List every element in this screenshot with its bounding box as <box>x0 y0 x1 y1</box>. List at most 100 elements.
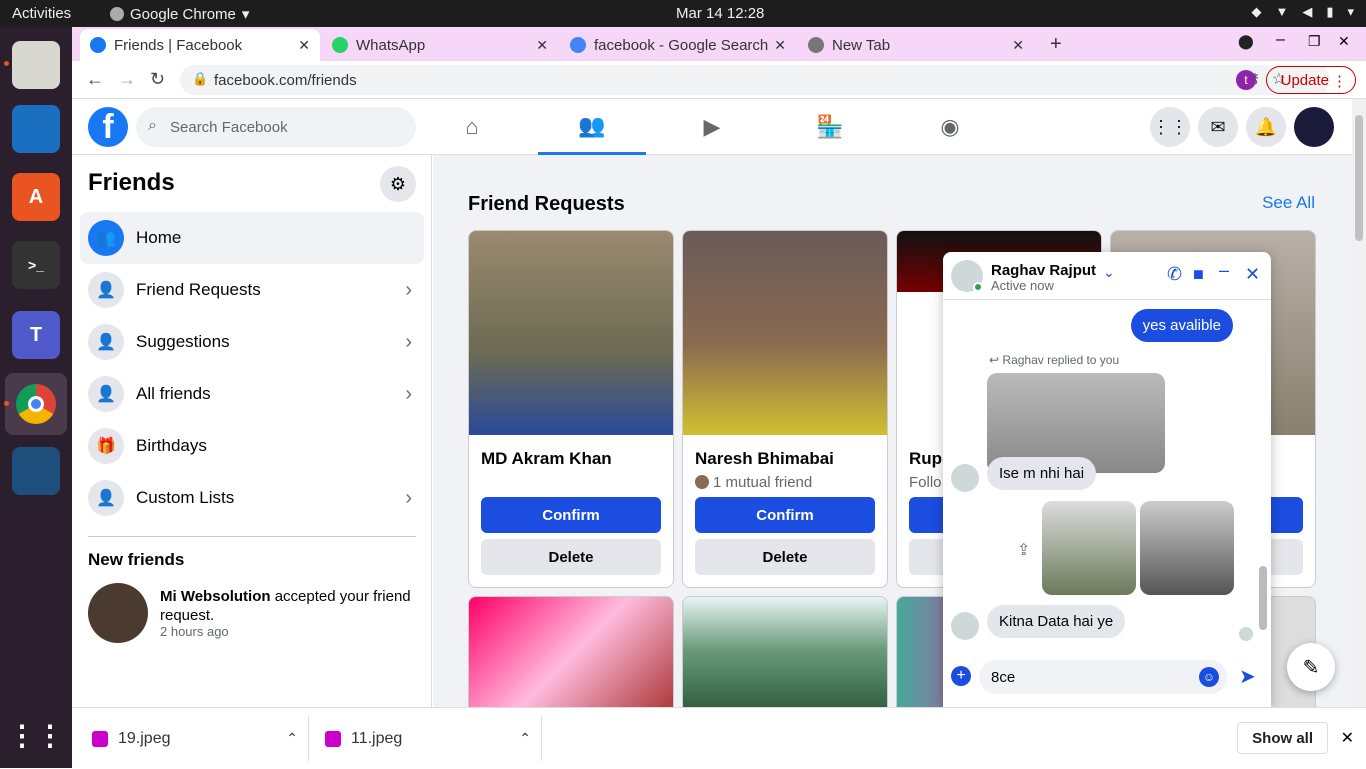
close-icon[interactable]: ✕ <box>298 37 310 54</box>
phone-icon[interactable]: ✆ <box>1167 264 1182 285</box>
profile-photo[interactable] <box>683 231 887 435</box>
friend-name[interactable]: MD Akram Khan <box>481 449 612 469</box>
download-filename: 11.jpeg <box>351 729 403 747</box>
software-center-icon[interactable]: A <box>12 173 60 221</box>
activities-button[interactable]: Activities <box>12 5 71 22</box>
tab-facebook[interactable]: Friends | Facebook ✕ <box>80 29 320 61</box>
close-icon[interactable]: ✕ <box>536 37 548 54</box>
terminal-icon[interactable]: >_ <box>12 241 60 289</box>
messenger-icon[interactable]: ✉ <box>1198 107 1238 147</box>
tab-whatsapp[interactable]: WhatsApp ✕ <box>322 29 558 61</box>
tab-title: WhatsApp <box>356 36 426 54</box>
sidebar-item-all-friends[interactable]: 👤 All friends › <box>80 368 424 420</box>
message-input[interactable]: 8ce ☺ <box>979 660 1227 694</box>
new-message-icon[interactable]: ✎ <box>1287 643 1335 691</box>
maximize-icon[interactable]: ❐ <box>1308 33 1321 50</box>
minimize-icon[interactable]: – <box>1276 31 1285 49</box>
app-grid-icon[interactable]: ⋮⋮ <box>8 711 64 759</box>
back-icon[interactable]: ← <box>86 69 104 90</box>
search-input[interactable]: ⌕ Search Facebook <box>136 107 416 147</box>
friend-suggestion-card[interactable] <box>682 596 888 707</box>
notification-text: Mi Websolution accepted your friend requ… <box>160 587 418 625</box>
tab-google-search[interactable]: facebook - Google Search ✕ <box>560 29 796 61</box>
emoji-icon[interactable]: ☺ <box>1199 667 1219 687</box>
mutual-avatar <box>695 475 709 489</box>
friend-suggestion-card[interactable] <box>468 596 674 707</box>
sidebar-item-birthdays[interactable]: 🎁 Birthdays <box>80 420 424 472</box>
tab-new-tab[interactable]: New Tab ✕ <box>798 29 1034 61</box>
close-icon[interactable]: ✕ <box>1012 37 1024 54</box>
image-attachment[interactable] <box>1140 501 1234 595</box>
sidebar-item-friend-requests[interactable]: 👤 Friend Requests › <box>80 264 424 316</box>
chat-contact-name[interactable]: Raghav Rajput <box>991 262 1096 279</box>
window-close-icon[interactable]: ✕ <box>1338 33 1350 50</box>
close-chat-icon[interactable]: ✕ <box>1245 264 1260 285</box>
message-bubble-incoming[interactable]: Kitna Data hai ye <box>987 605 1126 638</box>
clock[interactable]: Mar 14 12:28 <box>676 5 764 22</box>
system-top-bar: Activities Google Chrome ▾ Mar 14 12:28 … <box>0 0 1366 27</box>
writer-icon[interactable] <box>12 105 60 153</box>
confirm-button[interactable]: Confirm <box>695 497 875 533</box>
nav-home-icon[interactable]: ⌂ <box>418 99 526 155</box>
sidebar-item-custom-lists[interactable]: 👤 Custom Lists › <box>80 472 424 524</box>
minimize-chat-icon[interactable]: – <box>1219 260 1229 281</box>
account-avatar[interactable] <box>1294 107 1334 147</box>
notifications-bell-icon[interactable]: 🔔 <box>1246 107 1286 147</box>
chevron-down-icon[interactable]: ⌄ <box>1103 264 1115 281</box>
mutual-friends[interactable]: Follo <box>909 474 942 491</box>
confirm-button[interactable]: Confirm <box>481 497 661 533</box>
chat-scrollbar[interactable] <box>1259 304 1267 644</box>
system-tray[interactable]: ◆ ▼ ◀ ▮ ▾ <box>1251 4 1354 20</box>
see-all-link[interactable]: See All <box>1262 193 1315 213</box>
friend-name[interactable]: Naresh Bhimabai <box>695 449 834 469</box>
nav-watch-icon[interactable]: ▶ <box>658 99 766 155</box>
profile-avatar[interactable]: t <box>1236 70 1256 90</box>
chevron-up-icon[interactable]: ⌃ <box>519 730 531 747</box>
tab-search-icon[interactable]: ⬤ <box>1238 33 1254 50</box>
close-icon[interactable]: ✕ <box>1341 728 1354 748</box>
scrollbar-thumb[interactable] <box>1355 115 1363 241</box>
gear-icon[interactable]: ⚙ <box>380 166 416 202</box>
image-attachment[interactable] <box>1042 501 1136 595</box>
share-icon[interactable]: ⇪ <box>1017 540 1030 560</box>
message-bubble-outgoing[interactable]: yes avalible <box>1130 309 1233 342</box>
scrollbar-thumb[interactable] <box>1259 566 1267 630</box>
add-attachment-icon[interactable]: + <box>951 666 971 686</box>
sidebar-item-home[interactable]: 👥 Home <box>80 212 424 264</box>
page-scrollbar[interactable] <box>1352 99 1366 707</box>
read-receipt-avatar <box>1239 627 1253 641</box>
teams-icon[interactable]: T <box>12 311 60 359</box>
video-call-icon[interactable]: ■ <box>1193 264 1204 285</box>
chevron-up-icon[interactable]: ⌃ <box>286 730 298 747</box>
files-icon[interactable] <box>12 41 60 89</box>
mutual-friends[interactable]: 1 mutual friend <box>695 474 812 491</box>
reload-icon[interactable]: ↻ <box>150 69 165 90</box>
send-icon[interactable]: ➤ <box>1239 664 1256 689</box>
running-indicator <box>4 401 9 406</box>
message-bubble-incoming[interactable]: Ise m nhi hai <box>987 457 1097 490</box>
address-field[interactable]: 🔒 facebook.com/friends ⚷ ☆ <box>180 65 1330 95</box>
section-heading: Friend Requests <box>468 193 625 215</box>
close-icon[interactable]: ✕ <box>774 37 786 54</box>
delete-button[interactable]: Delete <box>481 539 661 575</box>
facebook-logo[interactable]: f <box>88 107 128 147</box>
sidebar-item-label: Suggestions <box>136 332 230 351</box>
mysql-workbench-icon[interactable] <box>12 447 60 495</box>
profile-photo[interactable] <box>469 231 673 435</box>
nav-friends-icon[interactable]: 👥 <box>538 99 646 155</box>
delete-button[interactable]: Delete <box>695 539 875 575</box>
download-item[interactable]: 19.jpeg ⌃ <box>92 708 298 769</box>
forward-icon[interactable]: → <box>118 69 136 90</box>
nav-marketplace-icon[interactable]: 🏪 <box>776 99 884 155</box>
sidebar-item-suggestions[interactable]: 👤 Suggestions › <box>80 316 424 368</box>
download-item[interactable]: 11.jpeg ⌃ <box>325 708 531 769</box>
app-menu[interactable]: Google Chrome ▾ <box>110 5 249 23</box>
new-tab-button[interactable]: + <box>1050 33 1062 56</box>
nav-groups-icon[interactable]: ◉ <box>896 99 1004 155</box>
menu-grid-icon[interactable]: ⋮⋮ <box>1150 107 1190 147</box>
show-all-button[interactable]: Show all <box>1237 722 1328 754</box>
chrome-dock-icon[interactable] <box>5 373 67 435</box>
tab-title: Friends | Facebook <box>114 36 243 54</box>
update-button[interactable]: Update ⋮ <box>1265 66 1356 94</box>
chat-header[interactable]: Raghav Rajput ⌄ Active now ✆ ■ – ✕ <box>943 252 1271 300</box>
